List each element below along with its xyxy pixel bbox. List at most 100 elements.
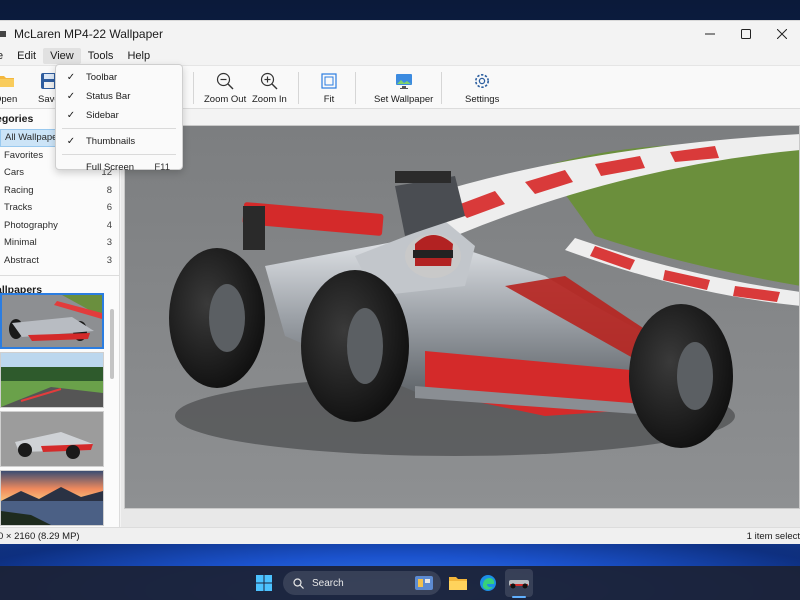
window-title: McLaren MP4-22 Wallpaper <box>14 27 163 41</box>
category-count: 8 <box>106 184 112 196</box>
view-status-bar-option[interactable]: ✓ Status Bar <box>56 87 182 106</box>
toolbar-separator <box>441 72 442 104</box>
start-button[interactable] <box>252 571 276 595</box>
folder-icon <box>449 577 467 590</box>
windows-logo-icon <box>256 575 272 591</box>
view-thumbnails-label: Thumbnails <box>86 136 136 147</box>
view-full-screen-label: Full Screen <box>86 162 135 173</box>
f1-car-side-thumbnail-image <box>1 412 103 466</box>
zoom-out-label: Zoom Out <box>204 94 247 105</box>
view-toolbar-label: Toolbar <box>86 72 118 83</box>
file-explorer-button[interactable] <box>446 571 470 595</box>
taskbar-search[interactable]: Search <box>283 571 441 595</box>
gear-icon <box>475 74 490 88</box>
category-count: 3 <box>106 237 112 249</box>
category-abstract[interactable]: Abstract 3 <box>0 252 119 270</box>
fit-button[interactable]: Fit <box>320 72 338 105</box>
category-photography[interactable]: Photography 4 <box>0 217 119 235</box>
category-count: 4 <box>106 219 112 231</box>
thumbnail-track[interactable] <box>0 352 104 408</box>
category-label: Abstract <box>4 254 39 266</box>
category-racing[interactable]: Racing 8 <box>0 182 119 200</box>
menu-view[interactable]: View <box>43 48 81 64</box>
menu-bar: e Edit View Tools Help <box>0 47 800 65</box>
selection-count: 1 item select <box>746 530 800 542</box>
category-count: 3 <box>106 254 112 266</box>
fit-icon <box>321 73 337 89</box>
image-viewer <box>121 125 800 527</box>
f1-car-photo <box>125 126 799 508</box>
search-placeholder: Search <box>312 577 344 589</box>
zoom-in-icon <box>261 72 278 90</box>
taskbar: Search <box>0 566 800 600</box>
checkmark-icon: ✓ <box>66 91 76 102</box>
view-full-screen-option[interactable]: Full Screen F11 <box>56 158 182 177</box>
search-icon <box>293 577 304 589</box>
view-thumbnails-option[interactable]: ✓ Thumbnails <box>56 132 182 151</box>
thumbnail-car-side[interactable] <box>0 411 104 467</box>
f1-car-thumbnail-image <box>2 295 102 347</box>
edge-browser-button[interactable] <box>476 571 500 595</box>
menu-edit[interactable]: Edit <box>10 48 43 64</box>
minimize-icon <box>705 33 715 35</box>
zoom-in-label: Zoom In <box>252 94 287 105</box>
wallpaper-preview[interactable] <box>124 125 800 509</box>
view-menu-dropdown: ✓ Toolbar ✓ Status Bar ✓ Sidebar ✓ Thumb… <box>55 64 183 173</box>
sidebar-divider <box>0 275 119 276</box>
settings-button[interactable]: Settings <box>465 72 499 105</box>
maximize-icon <box>741 29 751 39</box>
zoom-out-button[interactable]: Zoom Out <box>204 72 246 105</box>
set-wallpaper-label: Set Wallpaper <box>374 94 434 105</box>
view-sidebar-option[interactable]: ✓ Sidebar <box>56 106 182 125</box>
open-button[interactable]: Open <box>0 72 17 105</box>
app-icon <box>0 29 6 39</box>
close-icon <box>777 29 787 39</box>
open-label: Open <box>0 94 18 105</box>
status-bar: 0 × 2160 (8.29 MP) 1 item select <box>0 527 800 544</box>
category-label: Minimal <box>4 237 37 249</box>
view-toolbar-option[interactable]: ✓ Toolbar <box>56 68 182 87</box>
folder-icon <box>0 76 14 87</box>
view-status-bar-label: Status Bar <box>86 91 131 102</box>
toolbar-separator <box>355 72 356 104</box>
image-dimensions: 0 × 2160 (8.29 MP) <box>0 530 80 542</box>
category-label: Racing <box>4 184 34 196</box>
lake-sunset-thumbnail-image <box>1 471 103 525</box>
category-minimal[interactable]: Minimal 3 <box>0 234 119 252</box>
minimize-button[interactable] <box>692 21 728 47</box>
title-bar: McLaren MP4-22 Wallpaper <box>0 21 800 47</box>
full-screen-shortcut: F11 <box>154 162 170 173</box>
monitor-icon <box>395 74 412 89</box>
menu-file[interactable]: e <box>0 48 10 64</box>
menu-tools[interactable]: Tools <box>81 48 121 64</box>
category-label: Photography <box>4 219 58 231</box>
fit-label: Fit <box>323 94 335 105</box>
thumbnail-lake-sunset[interactable] <box>0 470 104 526</box>
toolbar-separator <box>298 72 299 104</box>
category-label: Cars <box>4 167 25 179</box>
set-wallpaper-button[interactable]: Set Wallpaper <box>374 72 433 105</box>
maximize-button[interactable] <box>728 21 764 47</box>
wallpaper-app-taskbar-button[interactable] <box>505 569 533 597</box>
widgets-icon <box>415 576 433 590</box>
menu-separator <box>62 154 176 155</box>
f1-car-icon <box>509 580 529 589</box>
zoom-in-button[interactable]: Zoom In <box>252 72 287 105</box>
thumbnail-scrollbar[interactable] <box>110 309 114 379</box>
settings-label: Settings <box>465 94 500 105</box>
category-count: 6 <box>106 202 112 214</box>
close-button[interactable] <box>764 21 800 47</box>
category-tracks[interactable]: Tracks 6 <box>0 199 119 217</box>
checkmark-icon: ✓ <box>66 136 76 147</box>
thumbnail-mclaren[interactable] <box>0 293 104 349</box>
checkmark-icon: ✓ <box>66 110 76 121</box>
thumbnail-list <box>0 293 120 529</box>
category-label: Favorites <box>4 149 44 161</box>
active-app-indicator <box>512 596 526 598</box>
race-track-thumbnail-image <box>1 353 103 407</box>
category-label: Tracks <box>4 202 33 214</box>
menu-help[interactable]: Help <box>120 48 157 64</box>
toolbar-separator <box>193 72 194 104</box>
edge-icon <box>480 575 496 591</box>
menu-separator <box>62 128 176 129</box>
